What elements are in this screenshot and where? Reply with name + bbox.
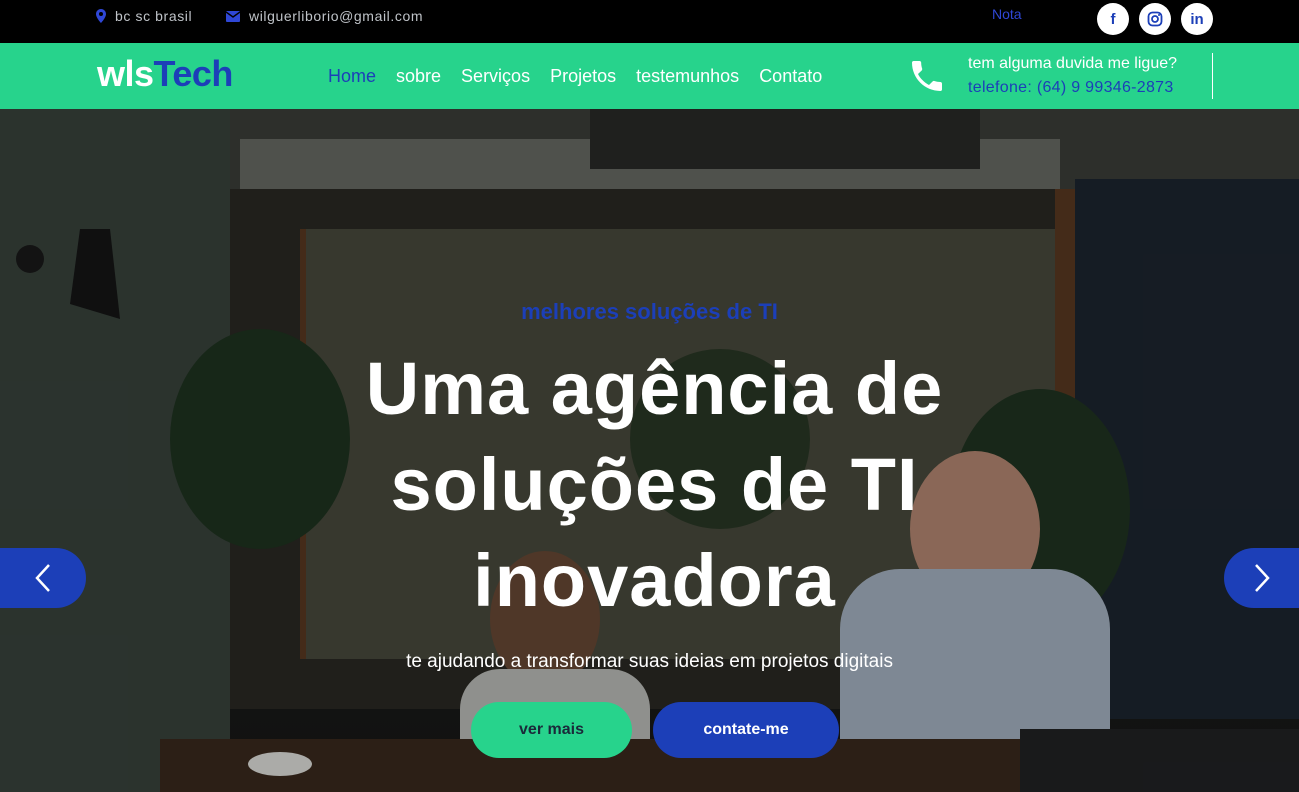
nav-testemunhos[interactable]: testemunhos (636, 66, 739, 87)
nav-links: Home sobre Serviços Projetos testemunhos… (328, 66, 842, 87)
envelope-icon (226, 10, 240, 22)
hero-eyebrow: melhores soluções de TI (521, 299, 778, 324)
phone-number[interactable]: telefone: (64) 9 99346-2873 (968, 79, 1174, 97)
email-info: wilguerliborio@gmail.com (226, 8, 423, 24)
chevron-left-icon (35, 564, 50, 592)
nav-contato[interactable]: Contato (759, 66, 822, 87)
hero-carousel: melhores soluções de TI Uma agência de s… (0, 109, 1299, 792)
phone-icon (912, 61, 942, 91)
call-question: tem alguma duvida me ligue? (968, 55, 1178, 72)
main-navbar: wlsTech Home sobre Serviços Projetos tes… (0, 43, 1299, 109)
location-info: bc sc brasil (96, 8, 192, 24)
top-info-bar: bc sc brasil wilguerliborio@gmail.com No… (0, 0, 1299, 43)
logo-part-wls: wls (97, 53, 154, 94)
nav-sobre[interactable]: sobre (396, 66, 441, 87)
nav-home[interactable]: Home (328, 66, 376, 87)
hero-subtitle: te ajudando a transformar suas ideias em… (406, 651, 893, 672)
hero-headline: Uma agência de soluções de TI inovadora (365, 347, 944, 622)
nav-servicos[interactable]: Serviços (461, 66, 530, 87)
facebook-icon[interactable]: f (1097, 3, 1129, 35)
nota-link[interactable]: Nota (992, 6, 1022, 22)
carousel-prev-button[interactable] (0, 548, 86, 608)
nav-projetos[interactable]: Projetos (550, 66, 616, 87)
chevron-right-icon (1254, 564, 1270, 592)
logo-part-tech: Tech (153, 53, 234, 94)
nav-divider (1212, 53, 1213, 99)
carousel-next-button[interactable] (1224, 548, 1299, 608)
linkedin-icon[interactable]: in (1181, 3, 1213, 35)
contate-me-button[interactable]: contate-me (653, 702, 839, 758)
ver-mais-button[interactable]: ver mais (471, 702, 632, 758)
map-pin-icon (96, 9, 106, 23)
email-text[interactable]: wilguerliborio@gmail.com (249, 8, 423, 24)
site-logo[interactable]: wlsTech (97, 53, 233, 95)
location-text: bc sc brasil (115, 8, 193, 24)
instagram-icon[interactable] (1139, 3, 1171, 35)
